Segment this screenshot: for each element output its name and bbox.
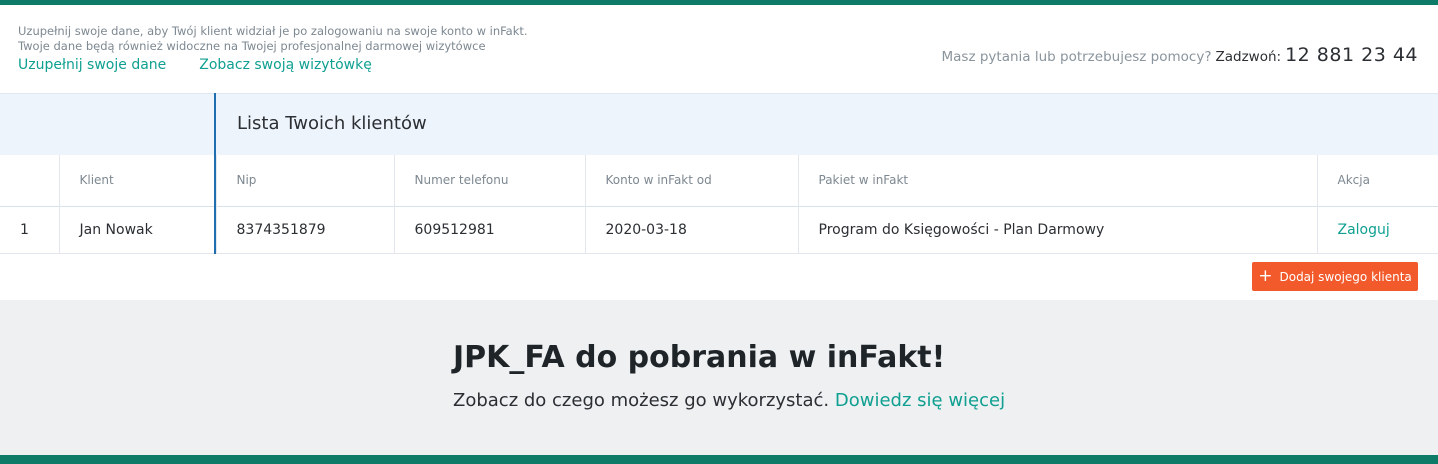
clients-title: Lista Twoich klientów [237, 113, 427, 134]
promo-title: JPK_FA do pobrania w inFakt! [453, 340, 946, 375]
promo-text-line: Zobacz do czego możesz go wykorzystać. D… [453, 390, 1005, 411]
bottom-brand-bar [0, 455, 1438, 464]
col-header-index [0, 155, 60, 206]
help-question: Masz pytania lub potrzebujesz pomocy? [941, 49, 1212, 65]
row-since: 2020-03-18 [585, 206, 799, 253]
profile-info: Uzupełnij swoje dane, aby Twój klient wi… [18, 24, 958, 73]
fill-data-link[interactable]: Uzupełnij swoje dane [18, 57, 166, 73]
learn-more-link[interactable]: Dowiedz się więcej [835, 390, 1005, 411]
add-client-label: Dodaj swojego klienta [1279, 269, 1412, 284]
row-index: 1 [0, 206, 60, 253]
col-header-package: Pakiet w inFakt [798, 155, 1318, 206]
clients-section: Lista Twoich klientów Klient Nip Numer t… [0, 93, 1438, 300]
row-package: Program do Księgowości - Plan Darmowy [798, 206, 1318, 253]
promo-banner: JPK_FA do pobrania w inFakt! Zobacz do c… [0, 300, 1438, 455]
col-header-phone: Numer telefonu [394, 155, 586, 206]
col-header-nip: Nip [216, 155, 395, 206]
info-line-1: Uzupełnij swoje dane, aby Twój klient wi… [18, 24, 528, 38]
row-client: Jan Nowak [59, 206, 217, 253]
info-line-2: Twoje dane będą również widoczne na Twoj… [18, 39, 486, 53]
table-accent-line [214, 93, 216, 254]
row-action-cell: Zaloguj [1317, 206, 1438, 253]
add-client-button[interactable]: + Dodaj swojego klienta [1252, 262, 1418, 291]
row-nip: 8374351879 [216, 206, 395, 253]
col-header-since: Konto w inFakt od [585, 155, 799, 206]
plus-icon: + [1258, 266, 1273, 286]
help-contact: Masz pytania lub potrzebujesz pomocy? Za… [942, 44, 1418, 66]
promo-text: Zobacz do czego możesz go wykorzystać. [453, 390, 830, 411]
col-header-action: Akcja [1337, 173, 1370, 188]
row-phone: 609512981 [394, 206, 586, 253]
business-card-link[interactable]: Zobacz swoją wizytówkę [199, 57, 372, 73]
col-header-client: Klient [59, 155, 217, 206]
call-label: Zadzwoń: [1215, 49, 1282, 65]
info-links: Uzupełnij swoje dane Zobacz swoją wizytó… [18, 57, 958, 73]
top-brand-bar [0, 0, 1438, 5]
phone-number[interactable]: 12 881 23 44 [1285, 44, 1418, 66]
login-link[interactable]: Zaloguj [1338, 222, 1390, 238]
